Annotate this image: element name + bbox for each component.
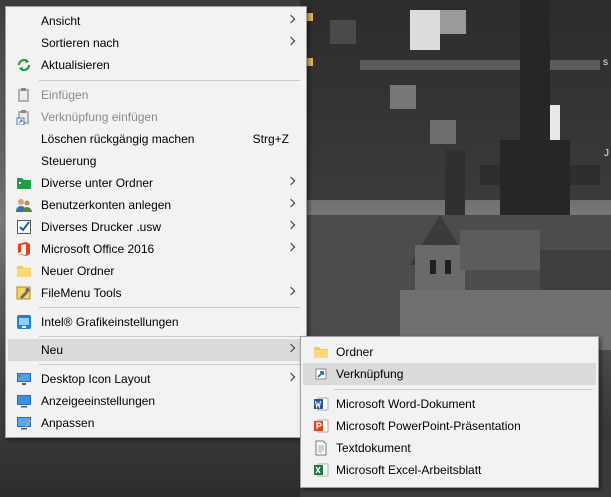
shortcut-text: Strg+Z xyxy=(252,132,289,146)
word-icon xyxy=(313,396,329,412)
menu-item-label: Benutzerkonten anlegen xyxy=(41,198,172,212)
menu-separator xyxy=(39,364,300,365)
desktop-edge-text: s xyxy=(603,57,608,68)
mosaic-block xyxy=(410,10,440,50)
excel-icon xyxy=(313,462,329,478)
submenu-item-label: Verknüpfung xyxy=(336,367,404,381)
chevron-right-icon xyxy=(286,372,296,382)
menu-item-label: Microsoft Office 2016 xyxy=(41,242,155,256)
mosaic-block xyxy=(360,60,600,70)
submenu-item-label: Microsoft Word-Dokument xyxy=(336,397,476,411)
text-document-icon xyxy=(313,440,329,456)
display-settings-icon xyxy=(16,393,32,409)
menu-item-einfuegen[interactable]: Einfügen xyxy=(8,84,304,106)
personalize-icon xyxy=(16,415,32,431)
menu-item-label: Steuerung xyxy=(41,154,97,168)
menu-item-label: Anzeigeeinstellungen xyxy=(41,394,156,408)
chevron-right-icon xyxy=(286,220,296,230)
menu-item-aktualisieren[interactable]: Aktualisieren xyxy=(8,54,304,76)
powerpoint-icon xyxy=(313,418,329,434)
submenu-item-verknuepfung[interactable]: Verknüpfung xyxy=(303,363,596,385)
menu-item-loeschen-rueckgaengig[interactable]: Löschen rückgängig machen Strg+Z xyxy=(8,128,304,150)
chevron-right-icon xyxy=(286,36,296,46)
menu-item-label: Einfügen xyxy=(41,88,89,102)
chevron-right-icon xyxy=(286,343,296,353)
chevron-right-icon xyxy=(286,198,296,208)
mosaic-block xyxy=(430,120,456,144)
submenu-item-word-dokument[interactable]: Microsoft Word-Dokument xyxy=(303,393,596,415)
menu-item-label: Anpassen xyxy=(41,416,95,430)
desktop-context-menu: Ansicht Sortieren nach Aktualisieren Ein… xyxy=(5,6,307,438)
window xyxy=(445,260,451,274)
monitor-icon xyxy=(16,371,32,387)
roof-building xyxy=(460,230,540,270)
menu-item-sortieren-nach[interactable]: Sortieren nach xyxy=(8,32,304,54)
shortcut-icon xyxy=(313,366,329,382)
menu-item-steuerung[interactable]: Steuerung xyxy=(8,150,304,172)
submenu-item-excel-arbeitsblatt[interactable]: Microsoft Excel-Arbeitsblatt xyxy=(303,459,596,481)
menu-item-label: Löschen rückgängig machen xyxy=(41,132,195,146)
menu-separator xyxy=(39,307,300,308)
menu-item-neu[interactable]: Neu xyxy=(8,339,304,361)
checkbox-icon xyxy=(16,219,32,235)
submenu-item-label: Microsoft PowerPoint-Präsentation xyxy=(336,419,521,433)
green-folder-icon xyxy=(16,175,32,191)
submenu-item-textdokument[interactable]: Textdokument xyxy=(303,437,596,459)
menu-item-label: Desktop Icon Layout xyxy=(41,372,151,386)
menu-item-label: Verknüpfung einfügen xyxy=(41,110,158,124)
office-icon xyxy=(16,241,32,257)
desktop-edge-text: J xyxy=(604,148,609,159)
paste-shortcut-icon xyxy=(16,109,32,126)
refresh-icon xyxy=(16,57,32,73)
chevron-right-icon xyxy=(286,286,296,296)
menu-item-verknuepfung-einfuegen[interactable]: Verknüpfung einfügen xyxy=(8,106,304,128)
menu-item-ansicht[interactable]: Ansicht xyxy=(8,10,304,32)
menu-item-diverse-unter-ordner[interactable]: Diverse unter Ordner xyxy=(8,172,304,194)
folder-icon xyxy=(16,263,32,279)
menu-item-neuer-ordner[interactable]: Neuer Ordner xyxy=(8,260,304,282)
paste-icon xyxy=(16,87,32,103)
submenu-item-label: Microsoft Excel-Arbeitsblatt xyxy=(336,463,482,477)
menu-item-label: Intel® Grafikeinstellungen xyxy=(41,315,179,329)
users-icon xyxy=(16,197,32,213)
menu-item-anpassen[interactable]: Anpassen xyxy=(8,412,304,434)
menu-item-desktop-icon-layout[interactable]: Desktop Icon Layout xyxy=(8,368,304,390)
chevron-right-icon xyxy=(286,176,296,186)
menu-item-label: Aktualisieren xyxy=(41,58,110,72)
submenu-item-ordner[interactable]: Ordner xyxy=(303,341,596,363)
menu-item-anzeigeeinstellungen[interactable]: Anzeigeeinstellungen xyxy=(8,390,304,412)
menu-item-label: FileMenu Tools xyxy=(41,286,122,300)
filemenu-tools-icon xyxy=(16,285,32,301)
menu-item-filemenu-tools[interactable]: FileMenu Tools xyxy=(8,282,304,304)
mosaic-block xyxy=(330,20,356,44)
mosaic-block xyxy=(390,85,416,109)
menu-item-label: Neu xyxy=(41,343,64,357)
chevron-right-icon xyxy=(286,242,296,252)
menu-item-label: Sortieren nach xyxy=(41,36,120,50)
menu-separator xyxy=(39,336,300,337)
submenu-item-powerpoint-praesentation[interactable]: Microsoft PowerPoint-Präsentation xyxy=(303,415,596,437)
submenu-neu: Ordner Verknüpfung Microsoft Word-Dokume… xyxy=(300,336,599,488)
menu-item-microsoft-office-2016[interactable]: Microsoft Office 2016 xyxy=(8,238,304,260)
submenu-item-label: Textdokument xyxy=(336,441,411,455)
mosaic-block xyxy=(440,10,466,34)
menu-separator xyxy=(39,80,300,81)
menu-item-diverses-drucker[interactable]: Diverses Drucker .usw xyxy=(8,216,304,238)
menu-item-benutzerkonten-anlegen[interactable]: Benutzerkonten anlegen xyxy=(8,194,304,216)
menu-item-label: Diverse unter Ordner xyxy=(41,176,154,190)
menu-item-label: Neuer Ordner xyxy=(41,264,115,278)
submenu-item-label: Ordner xyxy=(336,345,374,359)
window xyxy=(430,260,436,274)
folder-icon xyxy=(313,344,329,360)
chevron-right-icon xyxy=(286,14,296,24)
menu-item-label: Diverses Drucker .usw xyxy=(41,220,162,234)
menu-item-intel-grafikeinstellungen[interactable]: Intel® Grafikeinstellungen xyxy=(8,311,304,333)
menu-separator xyxy=(334,389,592,390)
intel-graphics-icon xyxy=(16,314,32,330)
menu-item-label: Ansicht xyxy=(41,14,81,28)
